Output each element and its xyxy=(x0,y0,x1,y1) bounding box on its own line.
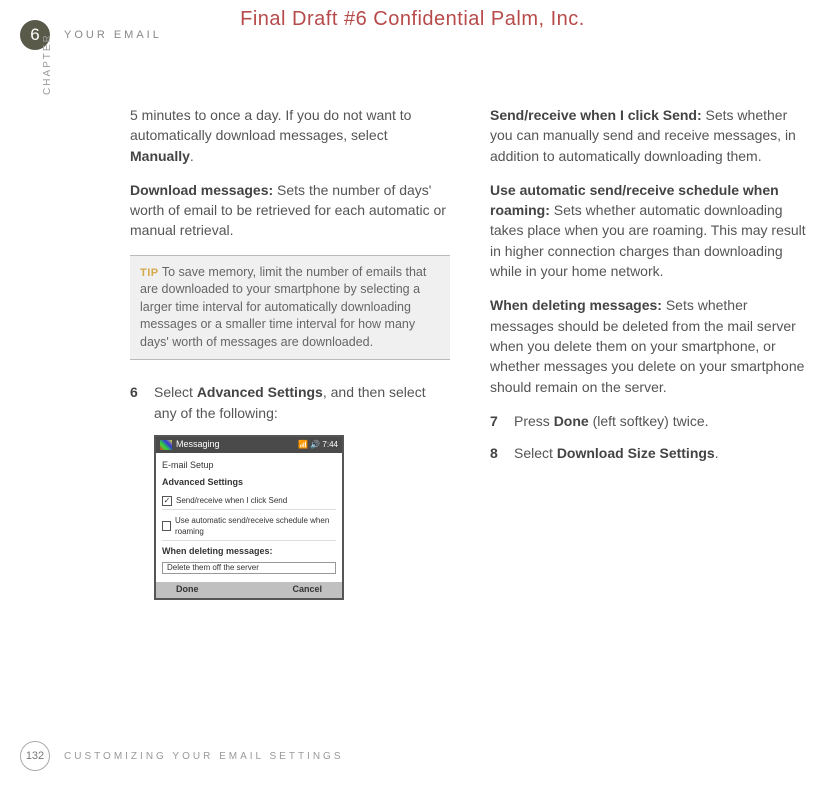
step7-a: Press xyxy=(514,413,554,429)
tip-label: TIP xyxy=(140,267,159,279)
step6-a: Select xyxy=(154,384,197,400)
windows-icon xyxy=(160,440,172,450)
send-receive-paragraph: Send/receive when I click Send: Sets whe… xyxy=(490,105,810,166)
right-column: Send/receive when I click Send: Sets whe… xyxy=(490,105,810,600)
content-area: 5 minutes to once a day. If you do not w… xyxy=(130,105,810,600)
chapter-side-label: CHAPTER xyxy=(42,33,53,95)
step-8: 8 Select Download Size Settings. xyxy=(490,443,810,463)
step-7-num: 7 xyxy=(490,411,502,431)
ss-app-name: Messaging xyxy=(176,438,220,451)
ss-time: 7:44 xyxy=(322,440,338,449)
del-bold: When deleting messages: xyxy=(490,297,662,313)
step-7: 7 Press Done (left softkey) twice. xyxy=(490,411,810,431)
download-bold: Download messages: xyxy=(130,182,273,198)
intro-text: 5 minutes to once a day. If you do not w… xyxy=(130,107,411,143)
roaming-paragraph: Use automatic send/receive schedule when… xyxy=(490,180,810,281)
ss-status: 📶 🔊 7:44 xyxy=(298,439,338,451)
step-6: 6 Select Advanced Settings, and then sel… xyxy=(130,382,450,423)
step8-a: Select xyxy=(514,445,557,461)
tip-box: TIP To save memory, limit the number of … xyxy=(130,255,450,361)
step-8-num: 8 xyxy=(490,443,502,463)
ss-option-1: ✓ Send/receive when I click Send xyxy=(162,493,336,510)
ss-option-2: Use automatic send/receive schedule when… xyxy=(162,513,336,541)
step-8-text: Select Download Size Settings. xyxy=(514,443,810,463)
header-title: YOUR EMAIL xyxy=(64,29,162,41)
intro-end: . xyxy=(190,148,194,164)
device-screenshot: Messaging 📶 🔊 7:44 E-mail Setup Advanced… xyxy=(154,435,344,600)
ss-opt1-text: Send/receive when I click Send xyxy=(176,495,287,507)
download-paragraph: Download messages: Sets the number of da… xyxy=(130,180,450,241)
page-number: 132 xyxy=(20,741,50,771)
ss-cancel-softkey: Cancel xyxy=(292,583,322,596)
step7-bold: Done xyxy=(554,413,589,429)
ss-body: E-mail Setup Advanced Settings ✓ Send/re… xyxy=(156,453,342,583)
step-6-num: 6 xyxy=(130,382,142,423)
ss-heading2: When deleting messages: xyxy=(162,545,336,558)
ss-titlebar: Messaging 📶 🔊 7:44 xyxy=(156,437,342,453)
intro-bold: Manually xyxy=(130,148,190,164)
step8-bold: Download Size Settings xyxy=(557,445,715,461)
step6-bold: Advanced Settings xyxy=(197,384,323,400)
ss-opt2-text: Use automatic send/receive schedule when… xyxy=(175,515,336,538)
ss-heading: Advanced Settings xyxy=(162,476,336,489)
checkbox-checked-icon: ✓ xyxy=(162,496,172,506)
step8-b: . xyxy=(715,445,719,461)
ss-section: E-mail Setup xyxy=(162,459,336,472)
ss-softkeys: Done Cancel xyxy=(156,582,342,598)
step-6-text: Select Advanced Settings, and then selec… xyxy=(154,382,450,423)
deleting-paragraph: When deleting messages: Sets whether mes… xyxy=(490,295,810,396)
footer-title: CUSTOMIZING YOUR EMAIL SETTINGS xyxy=(64,751,344,762)
page-footer: 132 CUSTOMIZING YOUR EMAIL SETTINGS xyxy=(20,741,344,771)
ss-dropdown: Delete them off the server xyxy=(162,562,336,574)
step7-b: (left softkey) twice. xyxy=(589,413,709,429)
intro-paragraph: 5 minutes to once a day. If you do not w… xyxy=(130,105,450,166)
tip-text: To save memory, limit the number of emai… xyxy=(140,265,426,349)
checkbox-empty-icon xyxy=(162,521,171,531)
sr-bold: Send/receive when I click Send: xyxy=(490,107,702,123)
ss-done-softkey: Done xyxy=(176,583,199,596)
step-7-text: Press Done (left softkey) twice. xyxy=(514,411,810,431)
left-column: 5 minutes to once a day. If you do not w… xyxy=(130,105,450,600)
